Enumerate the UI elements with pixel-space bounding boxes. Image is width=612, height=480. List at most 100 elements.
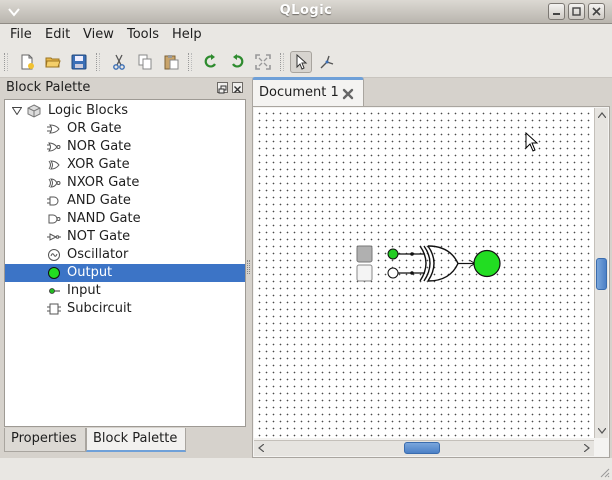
rotate-right-button[interactable]: [226, 51, 248, 73]
palette-item-nxor-gate[interactable]: NXOR Gate: [5, 174, 245, 192]
wire-tool-icon: [320, 55, 334, 69]
circuit-canvas[interactable]: [254, 108, 594, 438]
copy-icon: [138, 54, 152, 70]
arrow-down-icon: [598, 428, 606, 434]
vertical-scrollbar[interactable]: [594, 108, 608, 438]
circuit-drawing: [356, 245, 501, 282]
input-node-low[interactable]: [387, 267, 399, 279]
input-icon: [49, 288, 60, 294]
palette-item-and-gate[interactable]: AND Gate: [5, 192, 245, 210]
palette-item-nor-gate[interactable]: NOR Gate: [5, 138, 245, 156]
palette-item-label: OR Gate: [67, 121, 122, 136]
wire[interactable]: [398, 253, 425, 274]
palette-item-not-gate[interactable]: NOT Gate: [5, 228, 245, 246]
palette-item-label: NOT Gate: [67, 229, 131, 244]
save-button[interactable]: [68, 51, 90, 73]
palette-item-nand-gate[interactable]: NAND Gate: [5, 210, 245, 228]
maximize-button[interactable]: [568, 3, 585, 20]
tab-block-palette[interactable]: Block Palette: [86, 428, 186, 452]
output-lamp[interactable]: [473, 249, 501, 278]
copy-button[interactable]: [134, 51, 156, 73]
dock-close-button[interactable]: [232, 82, 243, 93]
open-folder-icon: [45, 57, 61, 68]
window-title: QLogic: [279, 3, 333, 18]
nand-gate-icon: [48, 214, 61, 224]
palette-item-or-gate[interactable]: OR Gate: [5, 120, 245, 138]
select-tool-button[interactable]: [290, 51, 312, 73]
new-document-button[interactable]: [16, 51, 38, 73]
dock-splitter-handle[interactable]: [247, 260, 250, 274]
palette-item-label: AND Gate: [67, 193, 131, 208]
toolbar-separator: [96, 53, 100, 71]
new-document-icon: [21, 54, 34, 70]
toolbar-grip[interactable]: [4, 53, 8, 71]
input-switch-on[interactable]: [356, 245, 373, 263]
scroll-left-button[interactable]: [254, 441, 268, 455]
wire-tool-button[interactable]: [316, 51, 338, 73]
rotate-left-button[interactable]: [200, 51, 222, 73]
mouse-cursor-icon: [525, 132, 539, 152]
input-switch-off[interactable]: [356, 264, 373, 282]
tab-properties[interactable]: Properties: [4, 428, 86, 452]
scroll-up-button[interactable]: [595, 108, 609, 122]
minimize-icon: [553, 13, 560, 15]
save-icon: [71, 54, 87, 70]
blocks-cube-icon: [27, 104, 41, 118]
output-icon: [48, 267, 60, 279]
toolbar-separator: [280, 53, 284, 71]
and-gate-icon: [47, 196, 59, 206]
menu-file[interactable]: File: [10, 27, 32, 42]
palette-item-oscillator[interactable]: Oscillator: [5, 246, 245, 264]
rotate-left-icon: [204, 54, 216, 68]
palette-item-label: Input: [67, 283, 101, 298]
palette-item-label: Output: [67, 265, 113, 280]
scroll-down-button[interactable]: [595, 424, 609, 438]
not-gate-icon: [47, 233, 61, 241]
close-icon: [592, 7, 601, 16]
open-button[interactable]: [42, 51, 64, 73]
toolbar: [0, 46, 612, 78]
fit-view-button[interactable]: [252, 51, 274, 73]
horizontal-scroll-thumb[interactable]: [404, 442, 440, 454]
expand-arrow-icon[interactable]: [12, 107, 22, 115]
arrow-up-icon: [598, 112, 606, 118]
menu-help[interactable]: Help: [172, 27, 202, 42]
close-tab-icon[interactable]: [341, 87, 355, 101]
close-icon: [234, 86, 241, 93]
palette-item-xor-gate[interactable]: XOR Gate: [5, 156, 245, 174]
tab-document-1[interactable]: Document 1: [252, 77, 364, 107]
xor-gate-icon: [48, 160, 60, 170]
menu-tools[interactable]: Tools: [127, 27, 159, 42]
resize-grip-icon[interactable]: [598, 466, 610, 478]
subcircuit-icon: [47, 303, 61, 315]
palette-item-subcircuit[interactable]: Subcircuit: [5, 300, 245, 318]
palette-item-input[interactable]: Input: [5, 282, 245, 300]
menu-view[interactable]: View: [83, 27, 114, 42]
toolbar-separator: [188, 53, 192, 71]
palette-item-label: NAND Gate: [67, 211, 141, 226]
maximize-icon: [572, 7, 581, 16]
minimize-button[interactable]: [548, 3, 565, 20]
scroll-right-button[interactable]: [580, 441, 594, 455]
tree-root-logic-blocks[interactable]: Logic Blocks: [5, 102, 245, 120]
xor-gate[interactable]: [419, 245, 459, 282]
dock-title: Block Palette: [6, 80, 91, 95]
menu-edit[interactable]: Edit: [45, 27, 70, 42]
vertical-scroll-thumb[interactable]: [596, 258, 607, 290]
close-window-button[interactable]: [588, 3, 605, 20]
title-bar: QLogic: [0, 0, 612, 24]
dock-float-button[interactable]: [217, 82, 228, 94]
palette-item-label: XOR Gate: [67, 157, 130, 172]
palette-item-label: Subcircuit: [67, 301, 132, 316]
pointer-icon: [296, 54, 308, 70]
palette-item-output[interactable]: Output: [5, 264, 245, 282]
status-bar: [0, 458, 612, 480]
horizontal-scrollbar[interactable]: [254, 440, 594, 456]
rotate-right-icon: [232, 54, 244, 68]
wire-junction: [410, 252, 414, 256]
nor-gate-icon: [47, 142, 61, 152]
cut-button[interactable]: [108, 51, 130, 73]
paste-button[interactable]: [160, 51, 182, 73]
input-node-high[interactable]: [387, 248, 399, 260]
cut-icon: [113, 54, 125, 70]
